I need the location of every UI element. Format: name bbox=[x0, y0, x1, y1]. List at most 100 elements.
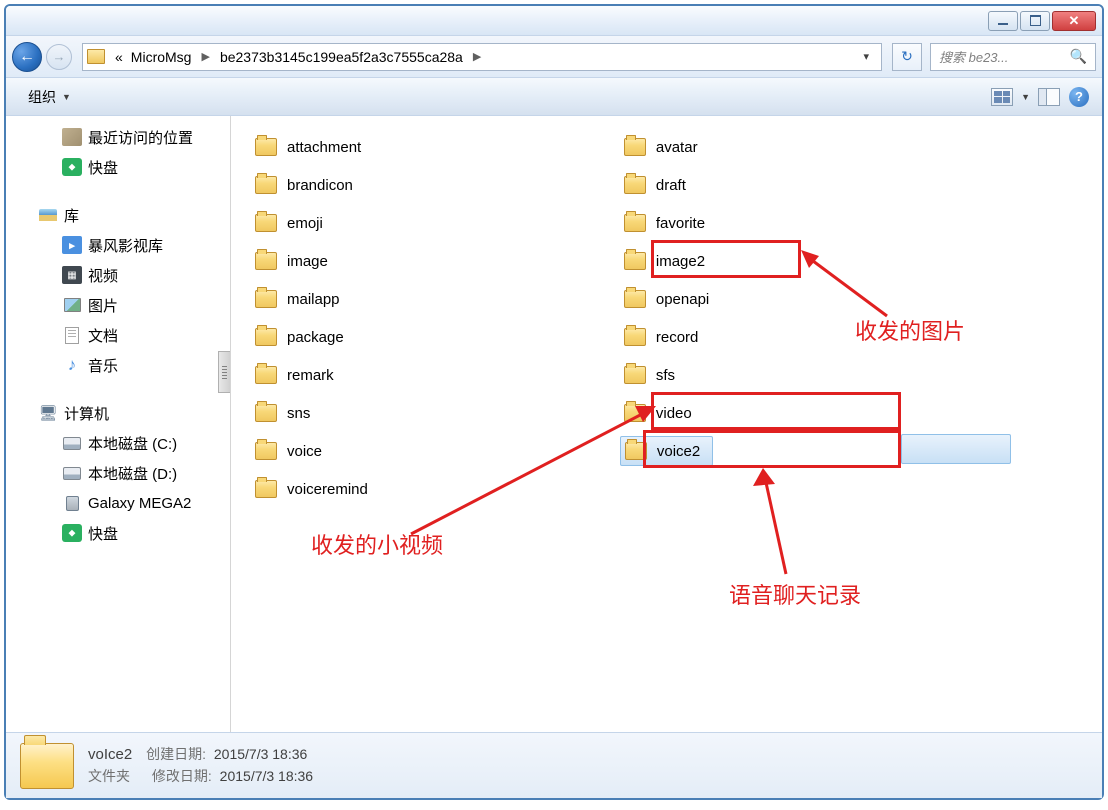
folder-icon bbox=[624, 138, 646, 156]
chevron-right-icon[interactable]: ▶ bbox=[195, 50, 215, 63]
nav-sidebar: 最近访问的位置 快盘 库 ▸ 暴风影视库 ▦ 视频 bbox=[6, 116, 231, 732]
annotation-label-videos: 收发的小视频 bbox=[311, 528, 443, 560]
folder-icon bbox=[255, 176, 277, 194]
view-dropdown[interactable]: ▼ bbox=[1021, 92, 1030, 102]
breadcrumb-seg-1[interactable]: MicroMsg bbox=[127, 49, 196, 65]
library-icon bbox=[38, 206, 58, 224]
folder-icon bbox=[255, 214, 277, 232]
folder-openapi[interactable]: openapi bbox=[620, 284, 713, 314]
status-created-label: 创建日期: bbox=[146, 746, 206, 762]
sidebar-resize-handle[interactable] bbox=[218, 351, 230, 393]
folder-video[interactable]: video bbox=[620, 398, 713, 428]
status-created-value: 2015/7/3 18:36 bbox=[214, 746, 307, 762]
folder-voiceremind[interactable]: voiceremind bbox=[251, 474, 372, 504]
picture-icon bbox=[62, 296, 82, 314]
folder-sns[interactable]: sns bbox=[251, 398, 372, 428]
folder-icon bbox=[255, 290, 277, 308]
folder-icon bbox=[255, 366, 277, 384]
folder-sfs[interactable]: sfs bbox=[620, 360, 713, 390]
folder-draft[interactable]: draft bbox=[620, 170, 713, 200]
storm-icon: ▸ bbox=[62, 236, 82, 254]
search-placeholder: 搜索 be23... bbox=[939, 47, 1008, 66]
folder-icon bbox=[624, 290, 646, 308]
folder-brandicon[interactable]: brandicon bbox=[251, 170, 372, 200]
selection-highlight bbox=[901, 434, 1011, 464]
folder-remark[interactable]: remark bbox=[251, 360, 372, 390]
sidebar-item-documents[interactable]: 文档 bbox=[6, 320, 230, 350]
status-item-type: 文件夹 bbox=[88, 768, 130, 784]
folder-mailapp[interactable]: mailapp bbox=[251, 284, 372, 314]
folder-image[interactable]: image bbox=[251, 246, 372, 276]
folder-icon bbox=[624, 252, 646, 270]
folder-avatar[interactable]: avatar bbox=[620, 132, 713, 162]
explorer-window: ✕ ← → « MicroMsg ▶ be2373b3145c199ea5f2a… bbox=[4, 4, 1104, 800]
refresh-button[interactable]: ↻ bbox=[892, 43, 922, 71]
sidebar-item-galaxy[interactable]: Galaxy MEGA2 bbox=[6, 488, 230, 518]
folder-voice2[interactable]: voice2 bbox=[620, 436, 713, 466]
folder-record[interactable]: record bbox=[620, 322, 713, 352]
details-pane: voIce2 创建日期: 2015/7/3 18:36 文件夹 修改日期: 20… bbox=[6, 732, 1102, 798]
folder-voice[interactable]: voice bbox=[251, 436, 372, 466]
preview-pane-button[interactable] bbox=[1038, 86, 1060, 108]
annotation-label-voice: 语音聊天记录 bbox=[729, 578, 861, 610]
chevron-right-icon[interactable]: ▶ bbox=[467, 50, 487, 63]
folder-icon bbox=[87, 49, 105, 64]
sidebar-item-recent[interactable]: 最近访问的位置 bbox=[6, 122, 230, 152]
sidebar-item-music[interactable]: ♪ 音乐 bbox=[6, 350, 230, 380]
kuaipan-icon bbox=[62, 524, 82, 542]
sidebar-item-storm[interactable]: ▸ 暴风影视库 bbox=[6, 230, 230, 260]
address-bar[interactable]: « MicroMsg ▶ be2373b3145c199ea5f2a3c7555… bbox=[82, 43, 882, 71]
minimize-button[interactable] bbox=[988, 11, 1018, 31]
folder-icon bbox=[255, 442, 277, 460]
folder-icon bbox=[255, 328, 277, 346]
recent-icon bbox=[62, 128, 82, 146]
video-icon: ▦ bbox=[62, 266, 82, 284]
file-column-1: attachment brandicon emoji image mailapp… bbox=[251, 132, 372, 504]
status-modified-value: 2015/7/3 18:36 bbox=[220, 768, 313, 784]
sidebar-item-library[interactable]: 库 bbox=[6, 200, 230, 230]
sidebar-item-pictures[interactable]: 图片 bbox=[6, 290, 230, 320]
sidebar-item-kuaipan2[interactable]: 快盘 bbox=[6, 518, 230, 548]
folder-icon bbox=[624, 328, 646, 346]
body-area: 最近访问的位置 快盘 库 ▸ 暴风影视库 ▦ 视频 bbox=[6, 116, 1102, 732]
folder-image2[interactable]: image2 bbox=[620, 246, 713, 276]
folder-icon bbox=[624, 404, 646, 422]
close-button[interactable]: ✕ bbox=[1052, 11, 1096, 31]
sidebar-item-disk-c[interactable]: 本地磁盘 (C:) bbox=[6, 428, 230, 458]
toolbar: 组织 ▼ ? bbox=[6, 78, 1102, 116]
breadcrumb-seg-2[interactable]: be2373b3145c199ea5f2a3c7555ca28a bbox=[216, 49, 467, 65]
sidebar-item-kuaipan[interactable]: 快盘 bbox=[6, 152, 230, 182]
folder-icon bbox=[624, 366, 646, 384]
title-bar: ✕ bbox=[6, 6, 1102, 36]
search-icon[interactable]: 🔍 bbox=[1070, 48, 1087, 65]
kuaipan-icon bbox=[62, 158, 82, 176]
folder-icon bbox=[624, 214, 646, 232]
folder-icon bbox=[255, 404, 277, 422]
forward-button[interactable]: → bbox=[46, 44, 72, 70]
folder-large-icon bbox=[20, 743, 74, 789]
folder-icon bbox=[255, 480, 277, 498]
view-options-button[interactable] bbox=[991, 86, 1013, 108]
phone-icon bbox=[62, 494, 82, 512]
document-icon bbox=[62, 326, 82, 344]
folder-icon bbox=[625, 442, 647, 460]
back-button[interactable]: ← bbox=[12, 42, 42, 72]
search-input[interactable]: 搜索 be23... 🔍 bbox=[930, 43, 1096, 71]
folder-icon bbox=[255, 138, 277, 156]
breadcrumb-ellipsis[interactable]: « bbox=[111, 49, 127, 65]
folder-favorite[interactable]: favorite bbox=[620, 208, 713, 238]
folder-emoji[interactable]: emoji bbox=[251, 208, 372, 238]
address-dropdown[interactable]: ▾ bbox=[855, 50, 877, 63]
file-column-2: avatar draft favorite image2 openapi rec… bbox=[620, 132, 713, 504]
help-button[interactable]: ? bbox=[1068, 86, 1090, 108]
file-list-area[interactable]: attachment brandicon emoji image mailapp… bbox=[231, 116, 1102, 732]
organize-button[interactable]: 组织 bbox=[18, 83, 81, 111]
maximize-button[interactable] bbox=[1020, 11, 1050, 31]
sidebar-item-computer[interactable]: 🖥 计算机 bbox=[6, 398, 230, 428]
computer-icon: 🖥 bbox=[38, 404, 58, 422]
disk-icon bbox=[62, 434, 82, 452]
sidebar-item-disk-d[interactable]: 本地磁盘 (D:) bbox=[6, 458, 230, 488]
folder-attachment[interactable]: attachment bbox=[251, 132, 372, 162]
folder-package[interactable]: package bbox=[251, 322, 372, 352]
sidebar-item-videos[interactable]: ▦ 视频 bbox=[6, 260, 230, 290]
